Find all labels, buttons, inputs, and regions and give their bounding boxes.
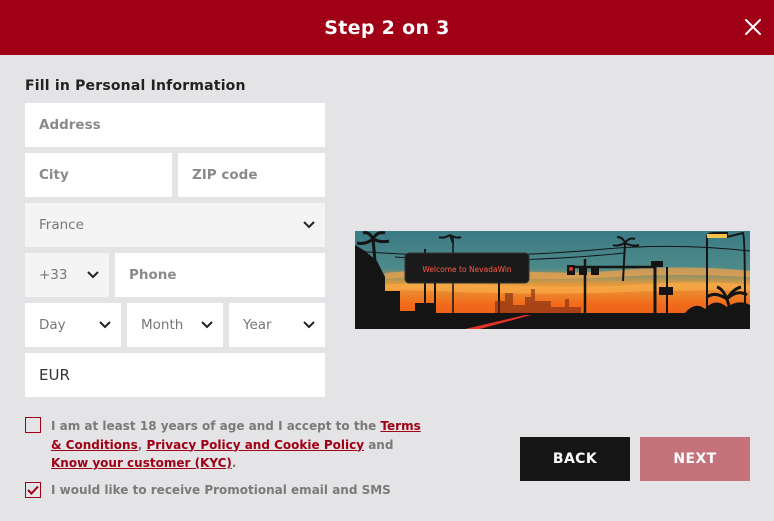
country-select[interactable]: France <box>25 203 325 247</box>
country-value: France <box>39 217 84 233</box>
day-label: Day <box>39 317 66 333</box>
promo-banner: Welcome to NevadaWin <box>355 231 750 329</box>
currency-value: EUR <box>39 366 70 384</box>
city-input[interactable]: City <box>25 153 172 197</box>
chevron-down-icon <box>99 319 111 331</box>
zip-input[interactable]: ZIP code <box>178 153 325 197</box>
chevron-down-icon <box>303 319 315 331</box>
close-button[interactable] <box>741 15 765 39</box>
month-label: Month <box>141 317 184 333</box>
banner-street-sign <box>659 287 673 295</box>
banner-traffic-light <box>591 267 599 275</box>
promo-checkbox[interactable] <box>25 482 41 498</box>
promo-text: I would like to receive Promotional emai… <box>51 483 391 497</box>
age-terms-checkbox[interactable] <box>25 417 41 433</box>
banner-light-red <box>569 267 573 271</box>
modal-header: Step 2 on 3 <box>0 0 774 55</box>
next-button[interactable]: NEXT <box>640 437 750 481</box>
phone-prefix-select[interactable]: +33 <box>25 253 109 297</box>
address-input[interactable]: Address <box>25 103 325 147</box>
period-text: . <box>231 456 237 470</box>
banner-road <box>355 313 750 329</box>
currency-field[interactable]: EUR <box>25 353 325 397</box>
phone-input[interactable]: Phone <box>115 253 325 297</box>
city-placeholder: City <box>39 167 69 183</box>
and-text: and <box>364 437 394 452</box>
privacy-link[interactable]: Privacy Policy and Cookie Policy <box>146 438 364 452</box>
banner-traffic-light <box>579 267 587 275</box>
step-title: Step 2 on 3 <box>324 16 450 39</box>
year-select[interactable]: Year <box>229 303 325 347</box>
checkmark-icon <box>27 485 39 495</box>
section-title: Fill in Personal Information <box>25 78 246 94</box>
kyc-link[interactable]: Know your customer (KYC) <box>51 456 232 470</box>
chevron-down-icon <box>201 319 213 331</box>
banner-illustration: Welcome to NevadaWin <box>355 231 750 329</box>
back-button[interactable]: BACK <box>520 437 630 481</box>
close-icon[interactable] <box>744 18 762 36</box>
age-text: I am at least 18 years of age and I acce… <box>51 419 381 433</box>
banner-sign-text: Welcome to NevadaWin <box>422 265 512 274</box>
address-placeholder: Address <box>39 117 101 133</box>
chevron-down-icon <box>303 219 315 231</box>
day-select[interactable]: Day <box>25 303 121 347</box>
age-terms-text: I am at least 18 years of age and I acce… <box>51 417 431 473</box>
chevron-down-icon <box>87 269 99 281</box>
phone-prefix-value: +33 <box>39 267 68 283</box>
banner-sign-small <box>651 261 663 267</box>
banner-lamp-head <box>707 234 727 238</box>
month-select[interactable]: Month <box>127 303 223 347</box>
phone-placeholder: Phone <box>129 267 177 283</box>
year-label: Year <box>243 317 272 333</box>
zip-placeholder: ZIP code <box>192 167 258 183</box>
